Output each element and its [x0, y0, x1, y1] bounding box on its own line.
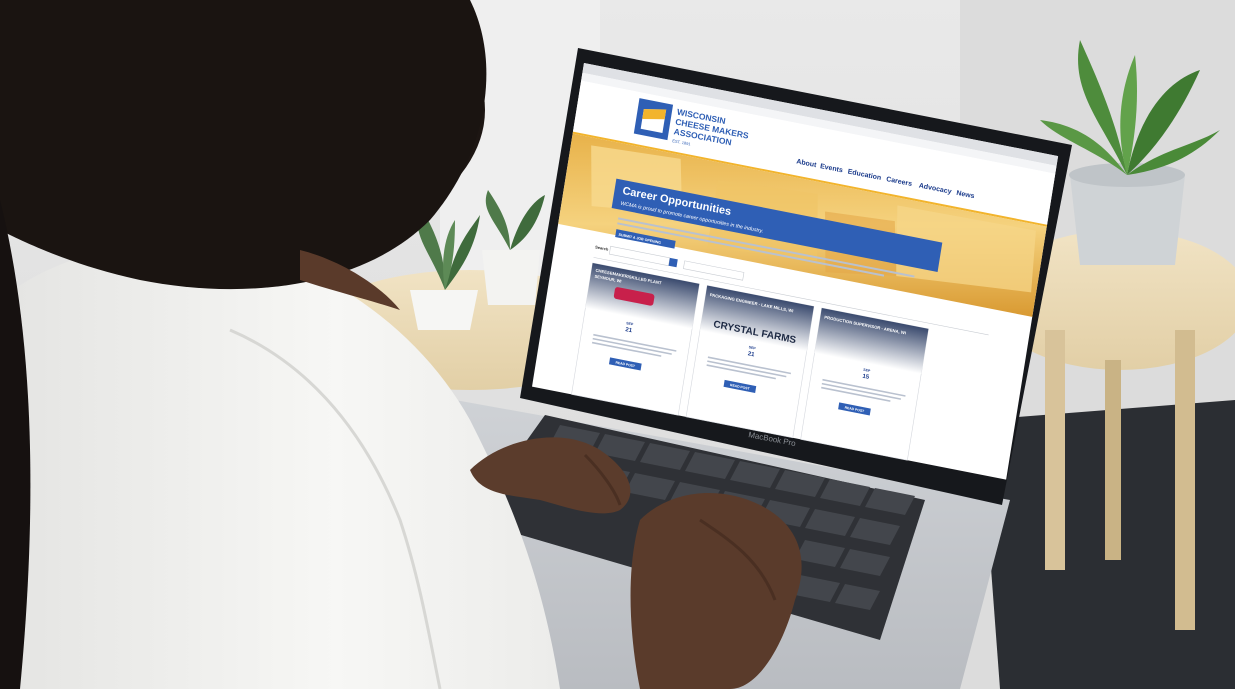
photo-scene: MacBook Pro WISCONSIN CHEESE MAKERS ASSO…	[0, 0, 1235, 689]
job-card: PRODUCTION SUPERVISOR - ARENA, WI SEP 15…	[800, 307, 929, 461]
job-card: CHEESEMAKER/SKILLED PLANT SEYMOUR, WI SE…	[571, 262, 700, 416]
scene-svg: MacBook Pro WISCONSIN CHEESE MAKERS ASSO…	[0, 0, 1235, 689]
table-leg-1	[1045, 330, 1065, 570]
job-card: PACKAGING ENGINEER - LAKE MILLS, WI CRYS…	[685, 285, 815, 439]
search-button[interactable]	[668, 257, 678, 268]
table-leg-2	[1175, 330, 1195, 630]
table-leg-3	[1105, 360, 1121, 560]
